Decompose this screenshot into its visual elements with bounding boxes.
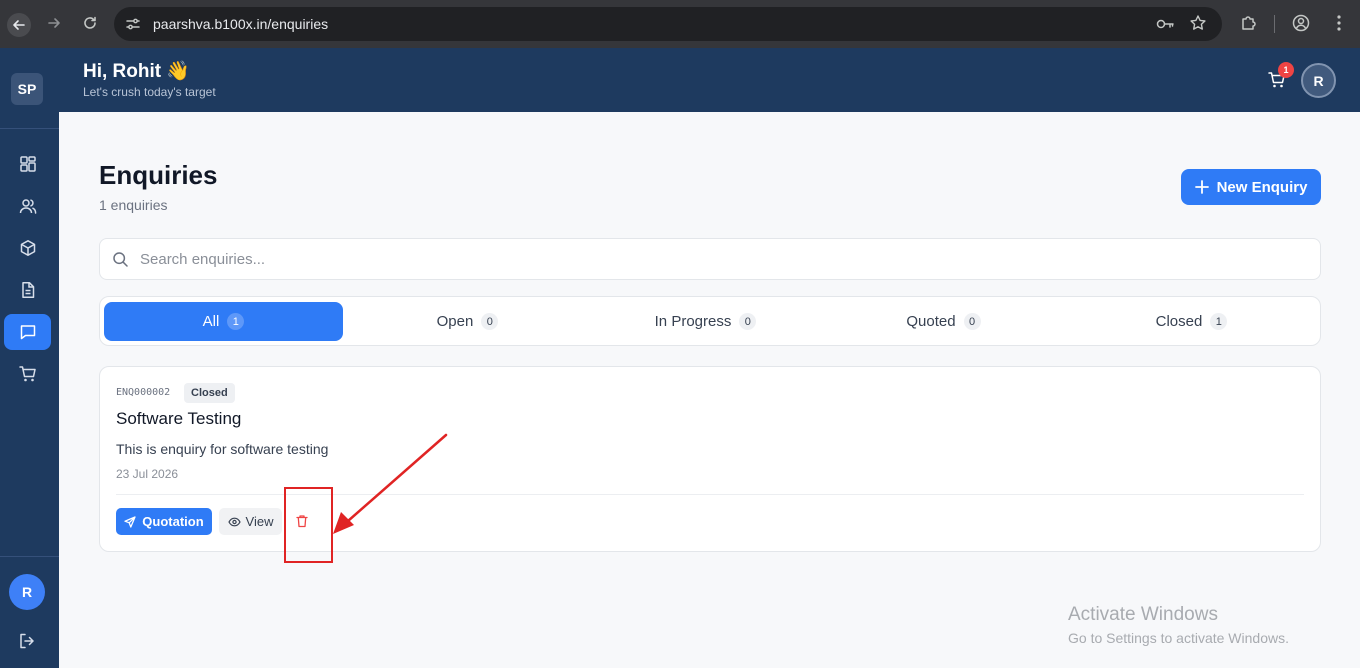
new-enquiry-button[interactable]: New Enquiry bbox=[1181, 169, 1321, 205]
enquiry-date: 23 Jul 2026 bbox=[116, 467, 179, 481]
eye-icon bbox=[227, 517, 241, 526]
greeting-subtitle: Let's crush today's target bbox=[83, 85, 216, 99]
enquiry-title: Software Testing bbox=[116, 409, 242, 428]
enquiry-code: ENQ000002 bbox=[116, 387, 171, 398]
profile-button[interactable] bbox=[1290, 12, 1312, 34]
sidebar-item-dashboard[interactable] bbox=[4, 146, 51, 182]
page-title: Enquiries bbox=[99, 160, 218, 190]
document-icon bbox=[21, 282, 34, 298]
sidebar-item-enquiries[interactable] bbox=[4, 314, 51, 350]
tab-label: Quoted bbox=[906, 313, 956, 330]
sidebar: SP R bbox=[0, 48, 59, 668]
tab-open[interactable]: Open 0 bbox=[348, 302, 587, 341]
enquiry-card: ENQ000002 Closed Software Testing This i… bbox=[99, 366, 1321, 552]
tab-label: In Progress bbox=[654, 313, 732, 330]
puzzle-icon bbox=[1242, 16, 1256, 30]
reload-button[interactable] bbox=[79, 12, 101, 34]
send-icon bbox=[124, 515, 136, 528]
back-button[interactable] bbox=[7, 13, 31, 37]
box-icon bbox=[20, 240, 35, 256]
browser-toolbar: paarshva.b100x.in/enquiries bbox=[0, 0, 1360, 48]
view-label: View bbox=[245, 514, 274, 529]
tab-label: Open bbox=[436, 313, 474, 330]
reload-icon bbox=[84, 16, 96, 29]
sidebar-divider bbox=[0, 556, 59, 557]
logout-button[interactable] bbox=[18, 632, 36, 655]
sidebar-item-products[interactable] bbox=[4, 230, 51, 266]
tab-label: All bbox=[202, 313, 220, 330]
chat-icon bbox=[20, 325, 35, 340]
quotation-button[interactable]: Quotation bbox=[116, 508, 212, 535]
users-icon bbox=[19, 199, 36, 214]
status-tabs: All 1 Open 0 In Progress 0 Quoted 0 Clos… bbox=[99, 296, 1321, 346]
url-text[interactable]: paarshva.b100x.in/enquiries bbox=[153, 16, 328, 32]
quotation-label: Quotation bbox=[142, 514, 204, 529]
tab-count-badge: 0 bbox=[739, 313, 757, 330]
browser-menu-button[interactable] bbox=[1328, 12, 1350, 34]
tab-count-badge: 0 bbox=[963, 313, 981, 330]
site-settings-icon[interactable] bbox=[124, 15, 142, 33]
header-user-avatar[interactable]: R bbox=[1301, 63, 1336, 98]
tab-label: Closed bbox=[1155, 313, 1203, 330]
annotation-arrow-icon bbox=[333, 433, 448, 534]
top-header: Hi, Rohit 👋 Let's crush today's target 1… bbox=[59, 48, 1360, 112]
sidebar-item-customers[interactable] bbox=[4, 188, 51, 224]
search-input[interactable] bbox=[140, 249, 1300, 269]
sidebar-user-avatar[interactable]: R bbox=[9, 574, 45, 610]
activate-windows-subtitle: Go to Settings to activate Windows. bbox=[1068, 630, 1289, 646]
address-bar[interactable]: paarshva.b100x.in/enquiries bbox=[114, 7, 1222, 41]
search-icon bbox=[113, 252, 128, 267]
account-circle-icon bbox=[1292, 14, 1310, 32]
tab-closed[interactable]: Closed 1 bbox=[1072, 302, 1311, 341]
cart-count-badge: 1 bbox=[1278, 62, 1294, 78]
key-icon[interactable] bbox=[1155, 15, 1175, 33]
sidebar-item-documents[interactable] bbox=[4, 272, 51, 308]
search-box bbox=[99, 238, 1321, 280]
extensions-button[interactable] bbox=[1238, 12, 1260, 34]
tab-quoted[interactable]: Quoted 0 bbox=[824, 302, 1063, 341]
tab-count-badge: 1 bbox=[227, 313, 245, 330]
tab-all[interactable]: All 1 bbox=[104, 302, 343, 341]
sidebar-item-cart[interactable] bbox=[4, 356, 51, 392]
bookmark-star-icon[interactable] bbox=[1189, 14, 1207, 32]
logout-icon bbox=[20, 633, 34, 649]
app-logo[interactable]: SP bbox=[11, 73, 43, 105]
tab-in-progress[interactable]: In Progress 0 bbox=[586, 302, 825, 341]
dashboard-icon bbox=[19, 156, 36, 172]
kebab-menu-icon bbox=[1337, 15, 1341, 31]
activate-windows-title: Activate Windows bbox=[1068, 604, 1218, 625]
arrow-right-icon bbox=[48, 18, 60, 28]
plus-icon bbox=[1194, 180, 1209, 194]
view-button[interactable]: View bbox=[219, 508, 282, 535]
annotation-highlight-box bbox=[284, 487, 333, 563]
arrow-left-icon bbox=[13, 20, 25, 30]
new-enquiry-label: New Enquiry bbox=[1216, 178, 1308, 196]
status-badge: Closed bbox=[184, 383, 235, 403]
tab-count-badge: 0 bbox=[481, 313, 499, 330]
forward-button[interactable] bbox=[43, 12, 65, 34]
enquiry-count: 1 enquiries bbox=[99, 197, 168, 213]
toolbar-divider bbox=[1274, 15, 1275, 33]
tab-count-badge: 1 bbox=[1210, 313, 1228, 330]
cart-icon bbox=[18, 366, 36, 382]
greeting-title: Hi, Rohit 👋 bbox=[83, 61, 191, 82]
enquiry-description: This is enquiry for software testing bbox=[116, 441, 329, 457]
sidebar-divider bbox=[0, 128, 59, 129]
